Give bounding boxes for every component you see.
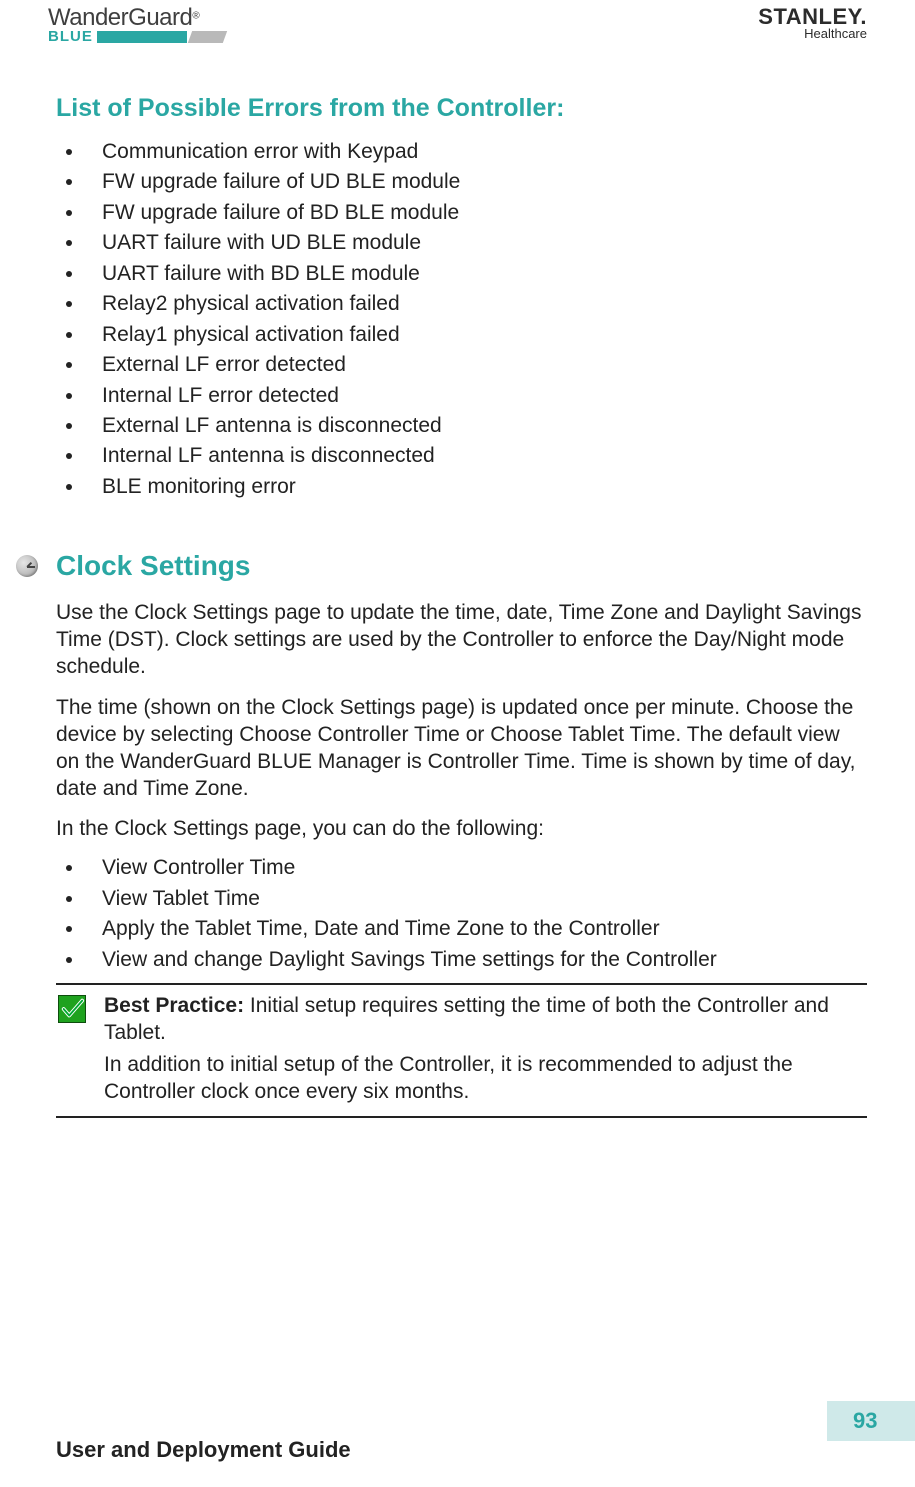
clock-icon <box>16 555 38 577</box>
list-item: View Controller Time <box>56 853 867 883</box>
heading-clock-settings: Clock Settings <box>56 550 250 582</box>
list-item: External LF antenna is disconnected <box>56 411 867 441</box>
logo-bar-gray <box>188 31 227 43</box>
list-item: View and change Daylight Savings Time se… <box>56 945 867 975</box>
list-item: Relay2 physical activation failed <box>56 289 867 319</box>
list-item: Internal LF antenna is disconnected <box>56 441 867 471</box>
list-item: External LF error detected <box>56 350 867 380</box>
product-name: WanderGuard <box>48 4 192 31</box>
clock-actions-list: View Controller Time View Tablet Time Ap… <box>56 853 867 975</box>
error-list: Communication error with Keypad FW upgra… <box>56 137 867 502</box>
paragraph: Use the Clock Settings page to update th… <box>56 600 867 681</box>
list-item: Apply the Tablet Time, Date and Time Zon… <box>56 914 867 944</box>
heading-errors: List of Possible Errors from the Control… <box>56 94 867 123</box>
best-practice-lead: Best Practice: <box>104 994 244 1017</box>
section-clock-settings: Clock Settings <box>16 550 867 582</box>
best-practice-line2: In addition to initial setup of the Cont… <box>104 1052 867 1105</box>
page-number-tab: 93 <box>827 1401 915 1441</box>
checkmark-icon <box>58 995 86 1023</box>
list-item: Relay1 physical activation failed <box>56 320 867 350</box>
best-practice-text: Best Practice: Initial setup requires se… <box>104 993 867 1106</box>
list-item: Internal LF error detected <box>56 381 867 411</box>
list-item: BLE monitoring error <box>56 472 867 502</box>
product-sub: BLUE <box>48 28 93 45</box>
footer-title: User and Deployment Guide <box>56 1437 351 1463</box>
list-item: UART failure with UD BLE module <box>56 228 867 258</box>
best-practice-box: Best Practice: Initial setup requires se… <box>56 983 867 1118</box>
list-item: FW upgrade failure of BD BLE module <box>56 198 867 228</box>
logo-bar-teal <box>97 31 187 43</box>
registered-mark: ® <box>192 11 199 22</box>
paragraph: In the Clock Settings page, you can do t… <box>56 816 867 843</box>
logo-wanderguard: WanderGuard® BLUE <box>48 4 278 45</box>
list-item: UART failure with BD BLE module <box>56 259 867 289</box>
page-header: WanderGuard® BLUE STANLEY. Healthcare <box>48 0 867 68</box>
logo-stanley: STANLEY. Healthcare <box>758 4 867 41</box>
list-item: View Tablet Time <box>56 884 867 914</box>
list-item: FW upgrade failure of UD BLE module <box>56 167 867 197</box>
page-number: 93 <box>853 1408 877 1434</box>
page-content: List of Possible Errors from the Control… <box>48 94 867 1118</box>
list-item: Communication error with Keypad <box>56 137 867 167</box>
paragraph: The time (shown on the Clock Settings pa… <box>56 695 867 803</box>
